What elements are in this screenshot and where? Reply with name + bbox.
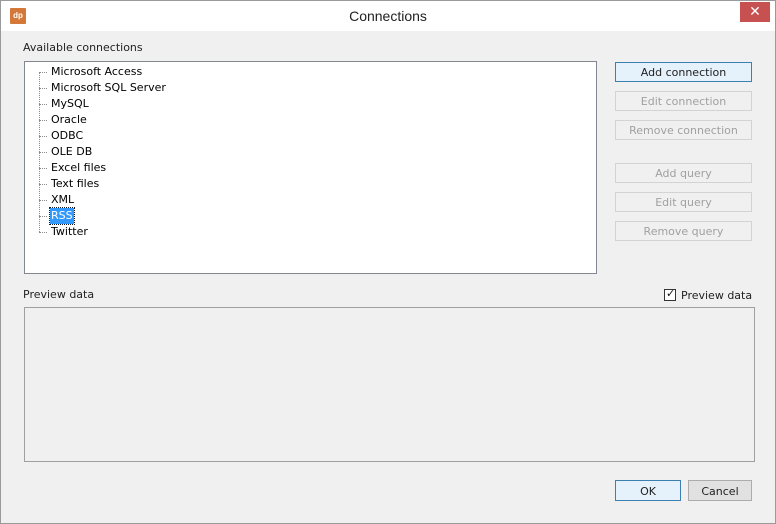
available-connections-label: Available connections bbox=[23, 41, 143, 54]
window-title: Connections bbox=[349, 8, 427, 24]
tree-item-label: Microsoft SQL Server bbox=[51, 81, 166, 94]
tree-item-label: Microsoft Access bbox=[51, 65, 143, 78]
connections-dialog: Connections dp ✕ Available connections M… bbox=[0, 0, 776, 524]
tree-branch-line bbox=[39, 152, 47, 153]
tree-branch-line bbox=[39, 120, 47, 121]
tree-branch-line bbox=[39, 200, 47, 201]
tree-item-label: Twitter bbox=[51, 225, 88, 238]
tree-branch-line bbox=[39, 88, 47, 89]
tree-branch-line bbox=[39, 72, 47, 73]
add-query-button[interactable]: Add query bbox=[615, 163, 752, 183]
tree-branch-line bbox=[39, 104, 47, 105]
tree-item-label: MySQL bbox=[51, 97, 89, 110]
edit-query-button[interactable]: Edit query bbox=[615, 192, 752, 212]
remove-connection-button[interactable]: Remove connection bbox=[615, 120, 752, 140]
preview-data-label: Preview data bbox=[23, 288, 95, 301]
close-button[interactable]: ✕ bbox=[740, 2, 770, 22]
tree-branch-line bbox=[39, 216, 47, 217]
tree-item-label-selected: RSS bbox=[49, 207, 75, 225]
edit-connection-button[interactable]: Edit connection bbox=[615, 91, 752, 111]
tree-item-label: Text files bbox=[51, 177, 100, 190]
add-connection-button[interactable]: Add connection bbox=[615, 62, 752, 82]
tree-branch-line bbox=[39, 232, 47, 233]
ok-button[interactable]: OK bbox=[615, 480, 681, 501]
tree-item-label: ODBC bbox=[51, 129, 84, 142]
tree-item-label: OLE DB bbox=[51, 145, 93, 158]
preview-data-pane bbox=[24, 307, 755, 462]
preview-data-checkbox-label[interactable]: Preview data bbox=[681, 289, 752, 302]
app-logo-icon: dp bbox=[10, 8, 26, 24]
tree-item-label: Excel files bbox=[51, 161, 107, 174]
tree-branch-line bbox=[39, 168, 47, 169]
remove-query-button[interactable]: Remove query bbox=[615, 221, 752, 241]
check-icon: ✓ bbox=[666, 287, 676, 300]
cancel-button[interactable]: Cancel bbox=[688, 480, 752, 501]
tree-branch-line bbox=[39, 184, 47, 185]
tree-branch-line bbox=[39, 136, 47, 137]
connections-tree[interactable]: Microsoft Access Microsoft SQL Server My… bbox=[24, 61, 597, 274]
preview-data-checkbox[interactable]: ✓ bbox=[664, 287, 676, 301]
tree-item-label: XML bbox=[51, 193, 75, 206]
tree-item-label: Oracle bbox=[51, 113, 87, 126]
title-bar: Connections dp ✕ bbox=[1, 1, 775, 31]
